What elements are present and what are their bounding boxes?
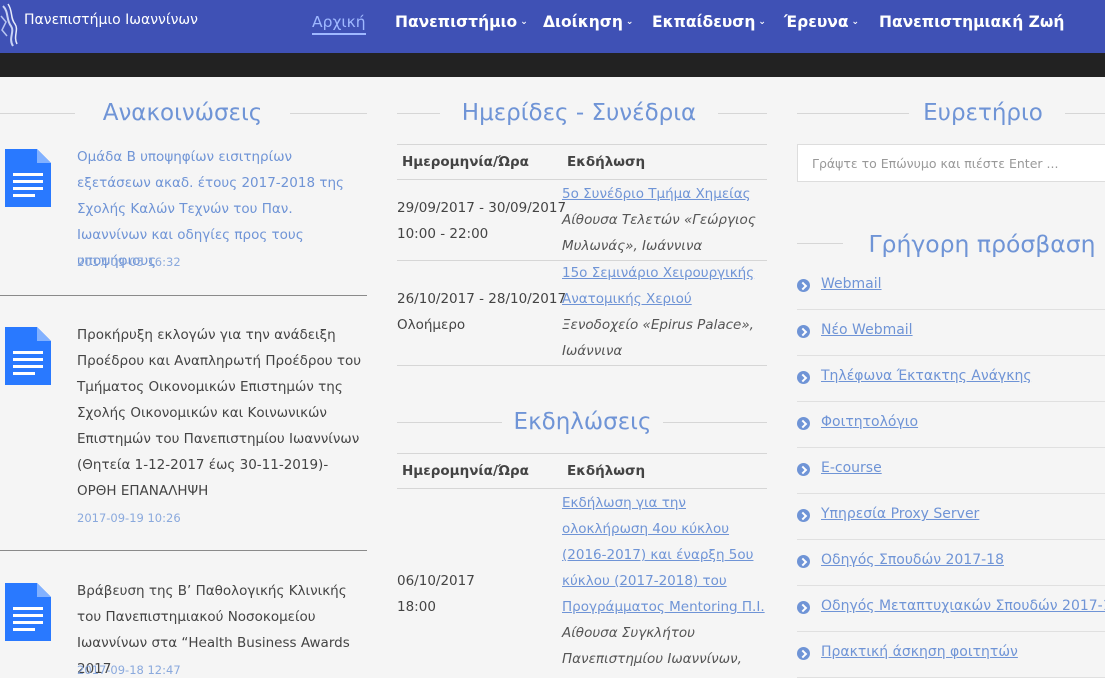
seminar-event-link[interactable]: 15ο Σεμινάριο Χειρουργικής Ανατομικής Χε…: [562, 265, 754, 307]
seminar-date: 29/09/2017 - 30/09/2017 10:00 - 22:00: [397, 200, 567, 242]
quick-access-link[interactable]: Νέο Webmail: [821, 322, 913, 338]
document-icon: [5, 327, 51, 385]
title-rule: [397, 113, 440, 114]
university-logo[interactable]: [0, 2, 22, 48]
quick-access-link[interactable]: Πρακτική άσκηση φοιτητών: [821, 644, 1018, 660]
seminar-place: Αίθουσα Τελετών «Γεώργιος Μυλωνάς», Ιωάν…: [562, 212, 756, 254]
seminars-table-header: Ημερομηνία/Ώρα Εκδήλωση: [397, 144, 767, 180]
nav-university-life[interactable]: Πανεπιστημιακή Ζωή: [879, 13, 1064, 31]
document-icon: [5, 583, 51, 641]
event-entry: Εκδήλωση για την ολοκλήρωση 4ου κύκλου (…: [562, 490, 767, 672]
chevron-circle-right-icon: [797, 371, 810, 384]
quick-access-item[interactable]: Πρακτική άσκηση φοιτητών: [797, 632, 1105, 678]
event-date: 06/10/2017 18:00: [397, 573, 475, 615]
seminar-place: Ξενοδοχείο «Epirus Palace», Ιωάννινα: [562, 317, 754, 359]
chevron-down-icon: ⌄: [520, 17, 528, 27]
seminar-event: 5ο Συνέδριο Τμήμα Χημείας Αίθουσα Τελετώ…: [562, 181, 767, 259]
nav-university[interactable]: Πανεπιστήμιο ⌄: [395, 13, 528, 31]
secondary-dark-bar: [0, 53, 1105, 77]
quick-access-link[interactable]: Οδηγός Μεταπτυχιακών Σπουδών 2017-18: [821, 598, 1105, 614]
title-rule: [718, 113, 767, 114]
seminar-event: 15ο Σεμινάριο Χειρουργικής Ανατομικής Χε…: [562, 260, 767, 364]
quick-access-item[interactable]: Υπηρεσία Proxy Server: [797, 494, 1105, 540]
top-navigation-bar: Πανεπιστήμιο Ιωαννίνων Αρχική Πανεπιστήμ…: [0, 0, 1105, 53]
chevron-circle-right-icon: [797, 417, 810, 430]
events-title: Εκδηλώσεις: [513, 409, 652, 435]
quick-access-link[interactable]: Webmail: [821, 276, 882, 292]
nav-university-life-label: Πανεπιστημιακή Ζωή: [879, 13, 1065, 31]
quick-access-link[interactable]: Οδηγός Σπουδών 2017-18: [821, 552, 1004, 568]
nav-administration-label: Διοίκηση: [543, 13, 623, 31]
seminar-event-link[interactable]: 5ο Συνέδριο Τμήμα Χημείας: [562, 186, 751, 202]
chevron-down-icon: ⌄: [625, 17, 634, 27]
nav-home[interactable]: Αρχική: [312, 13, 366, 35]
quick-access-item[interactable]: Webmail: [797, 264, 1105, 310]
title-rule: [397, 422, 502, 423]
title-rule: [797, 243, 843, 244]
quick-access-item[interactable]: Οδηγός Μεταπτυχιακών Σπουδών 2017-18: [797, 586, 1105, 632]
quick-access-item[interactable]: Οδηγός Σπουδών 2017-18: [797, 540, 1105, 586]
title-rule: [0, 113, 75, 114]
nav-administration[interactable]: Διοίκηση ⌄: [543, 13, 633, 31]
quick-access-link[interactable]: Φοιτητολόγιο: [821, 414, 918, 430]
nav-education[interactable]: Εκπαίδευση ⌄: [652, 13, 766, 31]
quick-access-title: Γρήγορη πρόσβαση: [868, 230, 1096, 258]
chevron-circle-right-icon: [797, 509, 810, 522]
announcement-date: 2017-09-19 10:26: [77, 511, 181, 525]
nav-research[interactable]: Έρευνα ⌄: [784, 13, 859, 31]
title-rule: [797, 113, 909, 114]
table-row-divider: [397, 365, 767, 366]
chevron-circle-right-icon: [797, 463, 810, 476]
quick-access-item[interactable]: E-course: [797, 448, 1105, 494]
nav-research-label: Έρευνα: [784, 13, 849, 31]
chevron-circle-right-icon: [797, 647, 810, 660]
quick-access-item[interactable]: Φοιτητολόγιο: [797, 402, 1105, 448]
directory-search-input[interactable]: Γράψτε το Επώνυμο και πιέστε Enter ...: [797, 144, 1105, 182]
chevron-circle-right-icon: [797, 555, 810, 568]
directory-title: Ευρετήριο: [923, 100, 1043, 126]
title-rule: [1065, 113, 1105, 114]
seminar-date: 26/10/2017 - 28/10/2017 Ολοήμερο: [397, 291, 567, 333]
nav-home-label: Αρχική: [312, 13, 366, 31]
events-table-header: Ημερομηνία/Ώρα Εκδήλωση: [397, 453, 767, 489]
seminars-title: Ημερίδες - Συνέδρια: [461, 100, 697, 126]
nav-university-label: Πανεπιστήμιο: [395, 13, 518, 31]
announcement-date: 2017-09-05 16:32: [77, 255, 181, 269]
event-link[interactable]: Εκδήλωση για την ολοκλήρωση 4ου κύκλου (…: [562, 495, 765, 615]
chevron-circle-right-icon: [797, 601, 810, 614]
title-rule: [290, 113, 367, 114]
announcement-separator: [0, 295, 367, 296]
column-header-date: Ημερομηνία/Ώρα: [402, 154, 529, 170]
title-rule: [663, 422, 767, 423]
announcement-separator: [0, 550, 367, 551]
event-place: Αίθουσα Συγκλήτου Πανεπιστημίου Ιωαννίνω…: [562, 625, 742, 667]
announcements-title: Ανακοινώσεις: [102, 100, 263, 126]
quick-access-item[interactable]: Τηλέφωνα Έκτακτης Ανάγκης: [797, 356, 1105, 402]
chevron-circle-right-icon: [797, 325, 810, 338]
chevron-circle-right-icon: [797, 279, 810, 292]
document-icon: [5, 149, 51, 207]
chevron-down-icon: ⌄: [758, 17, 766, 27]
column-header-event: Εκδήλωση: [567, 154, 646, 170]
column-header-event: Εκδήλωση: [567, 463, 646, 479]
quick-access-link[interactable]: Τηλέφωνα Έκτακτης Ανάγκης: [821, 368, 1032, 384]
quick-access-link[interactable]: E-course: [821, 460, 882, 476]
chevron-down-icon: ⌄: [851, 17, 860, 27]
announcement-date: 2017-09-18 12:47: [77, 663, 181, 677]
column-header-date: Ημερομηνία/Ώρα: [402, 463, 529, 479]
site-brand-name[interactable]: Πανεπιστήμιο Ιωαννίνων: [24, 12, 198, 28]
announcement-link[interactable]: Προκήρυξη εκλογών για την ανάδειξη Προέδ…: [77, 322, 367, 504]
quick-access-item[interactable]: Νέο Webmail: [797, 310, 1105, 356]
nav-education-label: Εκπαίδευση: [652, 13, 756, 31]
quick-access-link[interactable]: Υπηρεσία Proxy Server: [821, 506, 979, 522]
